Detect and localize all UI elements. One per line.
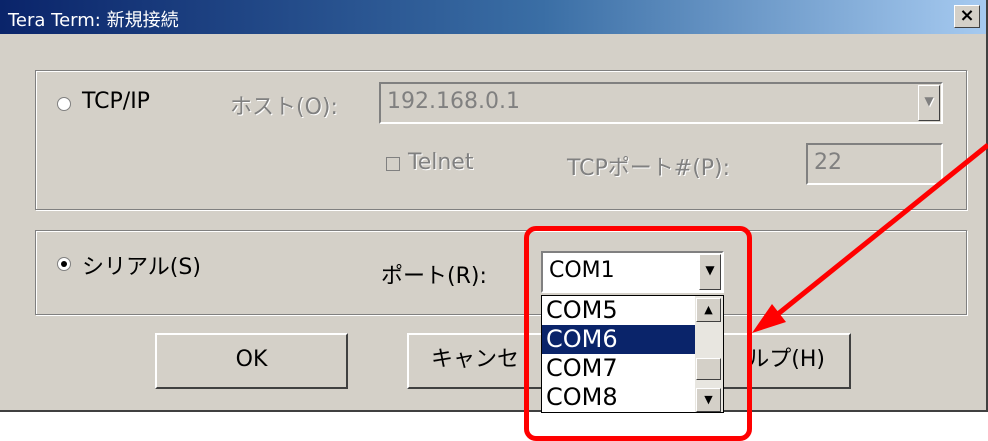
serial-radio[interactable]	[57, 257, 71, 271]
tcpip-radio[interactable]	[57, 97, 71, 111]
highlight-box	[524, 226, 752, 441]
close-button[interactable]: ×	[954, 5, 980, 28]
tcp-port-value: 22	[814, 150, 842, 175]
ok-button[interactable]: OK	[155, 333, 348, 389]
title-bar[interactable]: Tera Term: 新規接続 ×	[0, 0, 986, 34]
serial-label[interactable]: シリアル(S)	[82, 249, 201, 281]
host-value: 192.168.0.1	[387, 89, 520, 114]
tcp-port-label: TCPポート#(P):	[567, 156, 731, 181]
host-combobox[interactable]: 192.168.0.1 ▼	[379, 82, 943, 124]
cancel-button-label: キャンセ	[431, 347, 520, 372]
window-title: Tera Term: 新規接続	[8, 10, 179, 31]
host-dropdown-icon[interactable]: ▼	[918, 85, 940, 121]
tcp-port-field[interactable]: 22	[806, 143, 943, 185]
tcpip-label[interactable]: TCP/IP	[82, 89, 150, 114]
serial-port-label: ポート(R):	[381, 264, 487, 289]
telnet-checkbox[interactable]	[386, 157, 400, 171]
host-label: ホスト(O):	[230, 95, 338, 120]
new-connection-dialog: Tera Term: 新規接続 × TCP/IP ホスト(O): 192.168…	[0, 0, 988, 412]
telnet-label: Telnet	[408, 150, 474, 175]
help-button-label: ルプ(H)	[747, 347, 825, 372]
